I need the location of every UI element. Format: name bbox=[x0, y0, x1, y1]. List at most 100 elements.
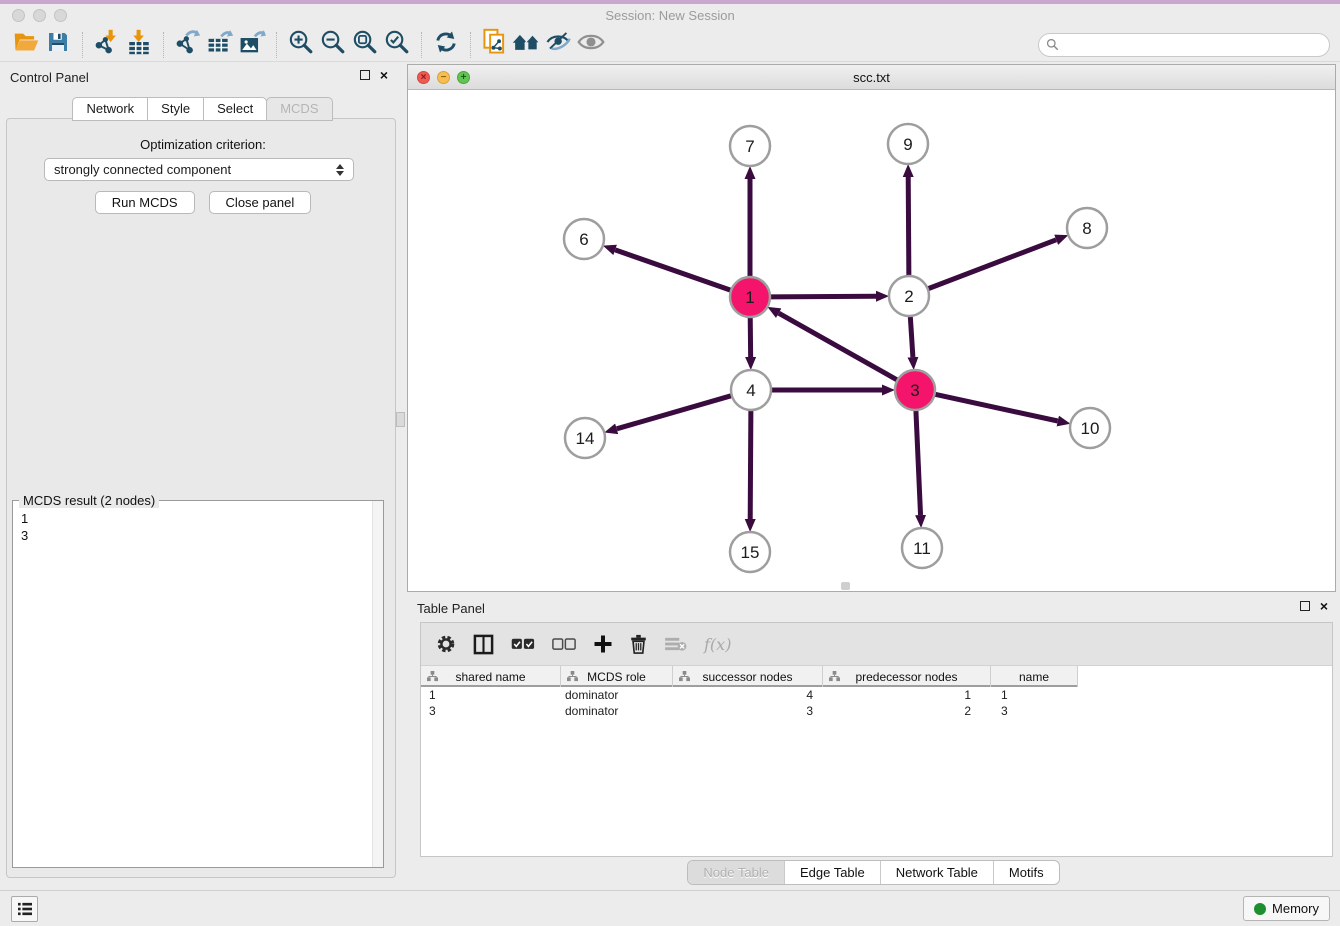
tab-node-table[interactable]: Node Table bbox=[688, 861, 785, 884]
graph-edge-3-10[interactable] bbox=[935, 394, 1058, 421]
table-row[interactable]: 3dominator323 bbox=[421, 703, 1332, 719]
export-table-button[interactable] bbox=[204, 30, 236, 60]
export-image-button[interactable] bbox=[236, 30, 268, 60]
export-network-button[interactable] bbox=[172, 30, 204, 60]
tab-edge-table[interactable]: Edge Table bbox=[785, 861, 881, 884]
open-file-button[interactable] bbox=[10, 30, 42, 60]
select-stepper-icon bbox=[334, 162, 346, 178]
graph-edge-3-11[interactable] bbox=[916, 410, 921, 515]
result-item[interactable]: 1 bbox=[21, 510, 375, 527]
import-network-button[interactable] bbox=[91, 30, 123, 60]
close-panel-icon[interactable]: × bbox=[380, 70, 388, 80]
zoom-in-icon bbox=[288, 29, 314, 60]
select-all-checks-icon[interactable] bbox=[511, 638, 535, 651]
app-title: Session: New Session bbox=[0, 8, 1340, 23]
table-cell[interactable]: 3 bbox=[673, 703, 823, 719]
tab-mcds[interactable]: MCDS bbox=[266, 97, 332, 121]
graph-edge-2-8[interactable] bbox=[928, 240, 1056, 289]
column-header-name[interactable]: name bbox=[991, 666, 1078, 687]
graph-edge-2-3[interactable] bbox=[910, 316, 913, 357]
run-mcds-button[interactable]: Run MCDS bbox=[95, 191, 195, 214]
task-history-button[interactable] bbox=[11, 896, 38, 922]
tab-style[interactable]: Style bbox=[147, 97, 204, 121]
delete-table-icon bbox=[664, 636, 687, 652]
zoom-selected-button[interactable] bbox=[381, 30, 413, 60]
close-panel-icon[interactable]: × bbox=[1320, 601, 1328, 611]
zoom-fit-button[interactable] bbox=[349, 30, 381, 60]
table-cell[interactable]: 1 bbox=[991, 687, 1078, 703]
table-panel: Table Panel × bbox=[407, 595, 1340, 890]
table-cell[interactable]: dominator bbox=[561, 687, 673, 703]
table-tabs: Node Table Edge Table Network Table Moti… bbox=[407, 860, 1340, 888]
column-header-mcds-role[interactable]: MCDS role bbox=[561, 666, 673, 687]
save-session-button[interactable] bbox=[42, 30, 74, 60]
table-cell[interactable]: 2 bbox=[823, 703, 991, 719]
table-cell[interactable]: 3 bbox=[421, 703, 561, 719]
eye-slash-icon bbox=[545, 30, 573, 59]
tab-motifs[interactable]: Motifs bbox=[994, 861, 1059, 884]
graph-edge-4-15[interactable] bbox=[750, 410, 751, 519]
new-network-from-selection-button[interactable] bbox=[479, 30, 511, 60]
column-header-shared-name[interactable]: shared name bbox=[421, 666, 561, 687]
apply-function-icon: f(x) bbox=[704, 635, 731, 654]
refresh-button[interactable] bbox=[430, 30, 462, 60]
table-row[interactable]: 1dominator411 bbox=[421, 687, 1332, 703]
tab-network-table[interactable]: Network Table bbox=[881, 861, 994, 884]
network-canvas[interactable]: 7968124314101511 bbox=[408, 91, 1335, 591]
export-image-icon bbox=[239, 29, 266, 60]
panel-splitter-handle[interactable] bbox=[396, 412, 405, 427]
tab-select[interactable]: Select bbox=[203, 97, 267, 121]
mcds-result-title: MCDS result (2 nodes) bbox=[19, 493, 159, 508]
zoom-out-icon bbox=[320, 29, 346, 60]
delete-row-trash-icon[interactable] bbox=[630, 634, 647, 654]
search-field bbox=[1038, 33, 1330, 57]
export-network-icon bbox=[175, 29, 201, 60]
tab-network[interactable]: Network bbox=[72, 97, 148, 121]
memory-button[interactable]: Memory bbox=[1243, 896, 1330, 921]
close-panel-button[interactable]: Close panel bbox=[209, 191, 312, 214]
result-item[interactable]: 3 bbox=[21, 527, 375, 544]
table-cell[interactable]: dominator bbox=[561, 703, 673, 719]
control-panel-buttons: × bbox=[360, 70, 388, 80]
column-header-successor-nodes[interactable]: successor nodes bbox=[673, 666, 823, 687]
memory-label: Memory bbox=[1272, 901, 1319, 916]
search-input[interactable] bbox=[1038, 33, 1330, 57]
graph-edge-1-6[interactable] bbox=[615, 250, 731, 291]
refresh-icon bbox=[434, 30, 458, 59]
insert-column-icon[interactable] bbox=[473, 634, 494, 655]
search-icon bbox=[1046, 38, 1059, 51]
table-cell[interactable]: 1 bbox=[421, 687, 561, 703]
graph-edge-3-1[interactable] bbox=[779, 313, 898, 380]
zoom-out-button[interactable] bbox=[317, 30, 349, 60]
hide-selected-button[interactable] bbox=[543, 30, 575, 60]
float-panel-icon[interactable] bbox=[360, 70, 370, 80]
table-toolbar: f(x) bbox=[421, 623, 1332, 666]
table-cell[interactable]: 1 bbox=[823, 687, 991, 703]
graph-edge-1-2[interactable] bbox=[770, 296, 876, 297]
network-window-titlebar[interactable]: × − + scc.txt bbox=[408, 65, 1335, 90]
network-graph[interactable]: 7968124314101511 bbox=[408, 91, 1335, 592]
table-header-row: shared name MCDS role successor nodes pr… bbox=[421, 666, 1332, 687]
graph-edge-4-14[interactable] bbox=[617, 396, 732, 429]
show-all-button[interactable] bbox=[575, 30, 607, 60]
optimization-criterion-label: Optimization criterion: bbox=[0, 137, 406, 152]
horizontal-scrollbar-thumb[interactable] bbox=[841, 582, 850, 590]
node-table: f(x) shared name MCDS role successor nod… bbox=[420, 622, 1333, 857]
column-header-predecessor-nodes[interactable]: predecessor nodes bbox=[823, 666, 991, 687]
graph-edge-2-9[interactable] bbox=[908, 177, 909, 276]
add-row-icon[interactable] bbox=[593, 634, 613, 654]
zoom-in-button[interactable] bbox=[285, 30, 317, 60]
table-cell[interactable]: 4 bbox=[673, 687, 823, 703]
table-body: 1dominator4113dominator323 bbox=[421, 687, 1332, 719]
table-cell[interactable]: 3 bbox=[991, 703, 1078, 719]
graph-node-label: 4 bbox=[746, 381, 755, 400]
table-panel-buttons: × bbox=[1300, 601, 1328, 611]
deselect-checks-icon[interactable] bbox=[552, 638, 576, 651]
import-table-button[interactable] bbox=[123, 30, 155, 60]
settings-gear-icon[interactable] bbox=[436, 634, 456, 654]
first-neighbors-button[interactable] bbox=[511, 30, 543, 60]
toolbar-separator bbox=[276, 32, 277, 58]
float-panel-icon[interactable] bbox=[1300, 601, 1310, 611]
result-scrollbar[interactable] bbox=[372, 501, 383, 867]
criterion-select[interactable]: strongly connected component bbox=[44, 158, 354, 181]
